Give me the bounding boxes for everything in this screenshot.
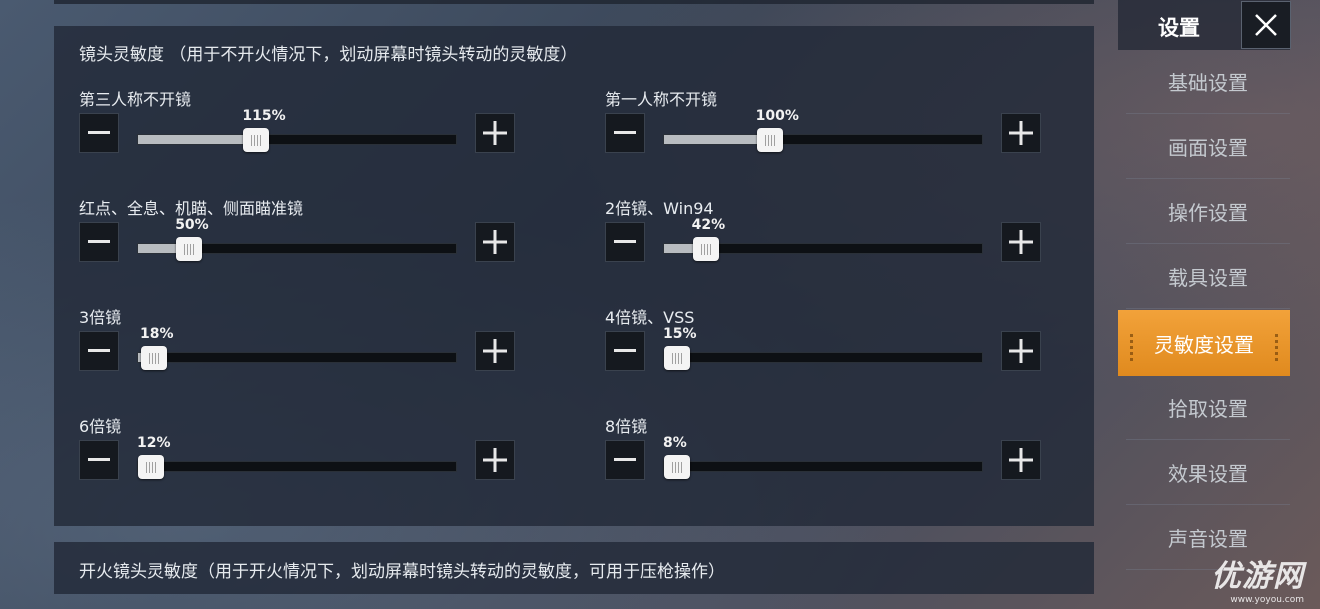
slider-knob[interactable] (756, 128, 783, 152)
menu-item-basic[interactable]: 基础设置 (1126, 50, 1290, 114)
slider-knob[interactable] (141, 346, 167, 370)
slider-knob[interactable] (664, 346, 690, 370)
decrease-button[interactable] (79, 440, 119, 480)
slider-fill (138, 135, 257, 144)
menu-item-sensitivity[interactable]: 灵敏度设置 (1118, 310, 1290, 376)
panel-title: 开火镜头灵敏度（用于开火情况下，划动屏幕时镜头转动的灵敏度，可用于压枪操作） (79, 562, 725, 582)
plus-icon (1009, 121, 1033, 145)
slider-label: 3倍镜 (79, 308, 122, 327)
watermark-logo: 优游网 (1211, 559, 1304, 594)
slider-knob[interactable] (692, 237, 719, 261)
increase-button[interactable] (475, 331, 515, 371)
plus-icon (483, 339, 507, 363)
slider-value: 50% (175, 217, 209, 233)
slider-label: 4倍镜、VSS (605, 308, 695, 327)
slider-knob[interactable] (176, 237, 203, 261)
decrease-button[interactable] (79, 113, 119, 153)
plus-icon (483, 121, 507, 145)
minus-icon (614, 240, 636, 243)
slider-label: 6倍镜 (79, 417, 122, 436)
slider-track[interactable] (137, 346, 457, 370)
decrease-button[interactable] (605, 222, 645, 262)
plus-icon (483, 448, 507, 472)
increase-button[interactable] (1001, 113, 1041, 153)
slider-6x-scope: 6倍镜 12% (79, 413, 519, 493)
slider-4x-scope: 4倍镜、VSS 15% (605, 304, 1045, 384)
fire-sensitivity-panel[interactable]: 开火镜头灵敏度（用于开火情况下，划动屏幕时镜头转动的灵敏度，可用于压枪操作） (54, 542, 1094, 594)
settings-sidebar: 设置 基础设置 画面设置 操作设置 载具设置 灵敏度设置 拾取设置 效果设置 声… (1118, 0, 1291, 609)
slider-fill (664, 135, 770, 144)
slider-third-person-no-scope: 第三人称不开镜 115% (79, 86, 519, 166)
slider-track[interactable] (137, 128, 457, 152)
slider-red-dot-holo: 红点、全息、机瞄、侧面瞄准镜 50% (79, 195, 519, 275)
menu-item-vehicle[interactable]: 载具设置 (1126, 245, 1290, 309)
increase-button[interactable] (1001, 222, 1041, 262)
slider-3x-scope: 3倍镜 18% (79, 304, 519, 384)
slider-knob[interactable] (243, 128, 270, 152)
slider-value: 100% (755, 108, 799, 124)
minus-icon (88, 458, 110, 461)
top-panel-edge (54, 0, 1094, 4)
decrease-button[interactable] (79, 331, 119, 371)
slider-8x-scope: 8倍镜 8% (605, 413, 1045, 493)
slider-label: 红点、全息、机瞄、侧面瞄准镜 (79, 199, 304, 218)
close-icon (1255, 14, 1277, 36)
menu-item-controls[interactable]: 操作设置 (1126, 180, 1290, 244)
slider-track[interactable] (137, 237, 457, 261)
slider-value: 8% (663, 435, 687, 451)
minus-icon (88, 131, 110, 134)
menu-item-label: 灵敏度设置 (1154, 332, 1254, 357)
slider-knob[interactable] (138, 455, 164, 479)
slider-track[interactable] (137, 455, 457, 479)
close-button[interactable] (1241, 1, 1291, 49)
minus-icon (88, 240, 110, 243)
slider-label: 2倍镜、Win94 (605, 199, 714, 218)
menu-item-effects[interactable]: 效果设置 (1126, 441, 1290, 505)
increase-button[interactable] (475, 113, 515, 153)
minus-icon (614, 458, 636, 461)
decrease-button[interactable] (605, 331, 645, 371)
minus-icon (614, 349, 636, 352)
watermark-url: www.yoyou.com (1230, 595, 1304, 605)
slider-value: 12% (137, 435, 171, 451)
menu-item-pickup[interactable]: 拾取设置 (1126, 376, 1290, 440)
decrease-button[interactable] (79, 222, 119, 262)
plus-icon (1009, 448, 1033, 472)
increase-button[interactable] (475, 440, 515, 480)
sidebar-title: 设置 (1158, 16, 1200, 40)
slider-track[interactable] (663, 346, 983, 370)
sidebar-header: 设置 (1118, 0, 1291, 50)
slider-label: 第三人称不开镜 (79, 90, 192, 109)
plus-icon (483, 230, 507, 254)
camera-sensitivity-panel: 镜头灵敏度 （用于不开火情况下，划动屏幕时镜头转动的灵敏度） 第三人称不开镜 1… (54, 26, 1094, 526)
plus-icon (1009, 339, 1033, 363)
menu-item-graphics[interactable]: 画面设置 (1126, 115, 1290, 179)
slider-2x-scope: 2倍镜、Win94 42% (605, 195, 1045, 275)
increase-button[interactable] (1001, 331, 1041, 371)
grip-left (1130, 334, 1133, 361)
plus-icon (1009, 230, 1033, 254)
slider-value: 115% (242, 108, 286, 124)
grip-right (1275, 334, 1278, 361)
minus-icon (88, 349, 110, 352)
slider-track[interactable] (663, 237, 983, 261)
minus-icon (614, 131, 636, 134)
slider-first-person-no-scope: 第一人称不开镜 100% (605, 86, 1045, 166)
decrease-button[interactable] (605, 440, 645, 480)
watermark: 优游网 www.yoyou.com (1211, 551, 1304, 605)
slider-label: 8倍镜 (605, 417, 648, 436)
slider-track[interactable] (663, 128, 983, 152)
increase-button[interactable] (475, 222, 515, 262)
decrease-button[interactable] (605, 113, 645, 153)
slider-track[interactable] (663, 455, 983, 479)
slider-value: 18% (140, 326, 174, 342)
increase-button[interactable] (1001, 440, 1041, 480)
slider-value: 15% (663, 326, 697, 342)
slider-knob[interactable] (664, 455, 690, 479)
panel-title: 镜头灵敏度 （用于不开火情况下，划动屏幕时镜头转动的灵敏度） (79, 45, 578, 65)
slider-label: 第一人称不开镜 (605, 90, 718, 109)
slider-value: 42% (691, 217, 726, 233)
